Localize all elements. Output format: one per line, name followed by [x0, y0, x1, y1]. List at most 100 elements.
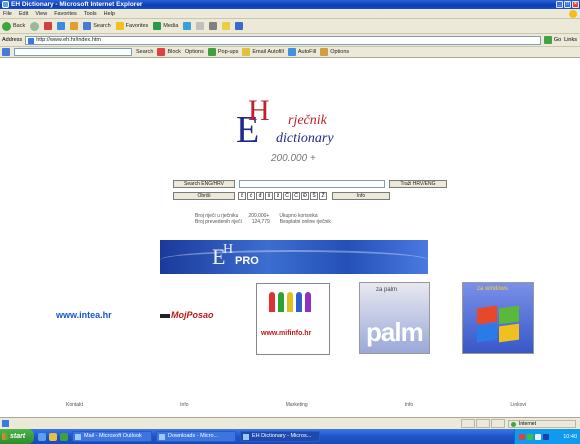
start-button[interactable]: start — [0, 429, 34, 444]
letter-button[interactable]: Ž — [319, 192, 327, 200]
ie-quicklaunch-icon[interactable] — [38, 432, 46, 441]
home-icon[interactable] — [70, 22, 79, 30]
ad-mojposao-link[interactable]: MojPosao — [160, 310, 214, 320]
clock[interactable]: 10:40 — [563, 434, 577, 440]
figure-icon — [278, 292, 284, 312]
menu-favorites[interactable]: Favorites — [54, 11, 77, 17]
ie-icon — [2, 1, 9, 8]
letter-button[interactable]: ć — [247, 192, 255, 200]
search-hrv-eng-button[interactable]: Traži HRV/ENG — [389, 180, 447, 188]
eh-logo[interactable]: E H rječnik dictionary 200.000 + — [226, 93, 366, 173]
tray-icon[interactable] — [543, 433, 549, 440]
window-titlebar[interactable]: EH Dictionary - Microsoft Internet Explo… — [0, 0, 580, 9]
windows-flag-icon — [477, 305, 521, 343]
back-button[interactable]: Back — [2, 21, 25, 31]
letter-button[interactable]: Č — [283, 192, 291, 200]
address-input[interactable]: http://www.eh.hr/index.htm — [25, 35, 541, 45]
footer-link[interactable]: Info — [405, 402, 413, 408]
links-label[interactable]: Links — [564, 37, 577, 43]
special-letters: č ć đ š ž Č Ć Đ Š Ž — [238, 192, 327, 200]
tray-icon[interactable] — [527, 433, 533, 440]
windows-logo-icon — [569, 10, 577, 18]
toolbar-options-button[interactable]: Options — [185, 49, 204, 55]
stats-value: 124,779 — [251, 219, 270, 225]
mail-icon[interactable] — [196, 22, 205, 30]
toolbar-popups-button[interactable]: Pop-ups — [207, 48, 238, 56]
toolbar-search-button[interactable]: Search — [136, 49, 153, 55]
refresh-icon[interactable] — [57, 22, 66, 30]
taskbar-item-active[interactable]: EH Dictionary - Micros... — [240, 431, 320, 442]
menu-help[interactable]: Help — [104, 11, 115, 17]
folder-icon[interactable] — [222, 22, 231, 30]
print-icon[interactable] — [209, 22, 218, 30]
autofill-icon — [287, 48, 296, 56]
info-button[interactable]: Info — [332, 192, 390, 200]
banner-wave — [160, 250, 428, 270]
letter-button[interactable]: đ — [256, 192, 264, 200]
letter-button[interactable]: Đ — [301, 192, 309, 200]
page-content: E H rječnik dictionary 200.000 + Search … — [0, 58, 580, 417]
media-icon — [153, 22, 162, 30]
menu-view[interactable]: View — [35, 11, 47, 17]
eh-pro-banner[interactable]: E H PRO — [160, 240, 428, 274]
search-row: Search ENG/HRV Traži HRV/ENG — [173, 180, 447, 188]
window-title: EH Dictionary - Microsoft Internet Explo… — [11, 1, 143, 8]
system-tray: 10:40 — [514, 429, 580, 444]
toolbar-email-button[interactable]: Email Autofill — [242, 48, 284, 56]
toolbar-search-input[interactable] — [14, 48, 132, 56]
tray-icon[interactable] — [535, 433, 541, 440]
popup-icon — [207, 48, 216, 56]
footer-link[interactable]: Kontakt — [66, 402, 83, 408]
history-icon[interactable] — [183, 22, 192, 30]
toolbar-autofill-button[interactable]: AutoFill — [287, 48, 316, 56]
banner-pro: PRO — [235, 255, 259, 267]
close-button[interactable]: × — [572, 1, 579, 8]
toolbar-block-button[interactable]: Block — [157, 48, 181, 56]
options-icon — [320, 48, 329, 56]
logo-letter-h: H — [248, 94, 270, 127]
taskbar-item[interactable]: Downloads - Micro... — [156, 431, 236, 442]
ad-palm[interactable]: za palm palm — [359, 282, 430, 354]
letter-button[interactable]: č — [238, 192, 246, 200]
footer-link[interactable]: Info — [180, 402, 188, 408]
logo-dictionary: dictionary — [276, 131, 334, 146]
letter-button[interactable]: ž — [274, 192, 282, 200]
logo-word-count: 200.000 + — [271, 153, 316, 164]
banner-letter-h: H — [223, 242, 234, 257]
desktop-quicklaunch-icon[interactable] — [49, 432, 57, 441]
search-input[interactable] — [239, 180, 385, 188]
forward-button[interactable] — [30, 21, 40, 31]
go-label: Go — [553, 37, 562, 43]
taskbar-item[interactable]: Mail - Microsoft Outlook — [72, 431, 152, 442]
letter-button[interactable]: š — [265, 192, 273, 200]
search-button[interactable]: Search — [83, 22, 111, 30]
go-button[interactable]: Go — [543, 36, 562, 44]
menu-tools[interactable]: Tools — [84, 11, 97, 17]
address-label: Address — [2, 37, 23, 43]
clear-button[interactable]: Obriši — [173, 192, 235, 200]
media-button[interactable]: Media — [153, 22, 178, 30]
menu-bar: File Edit View Favorites Tools Help — [0, 9, 580, 19]
maximize-button[interactable]: □ — [564, 1, 571, 8]
footer-link[interactable]: Marketing — [286, 402, 308, 408]
ad-mifinfo[interactable]: www.mifinfo.hr — [256, 283, 330, 355]
search-eng-hrv-button[interactable]: Search ENG/HRV — [173, 180, 235, 188]
security-zone: Internet — [508, 420, 576, 428]
tray-icon[interactable] — [519, 433, 525, 440]
figure-icon — [296, 292, 302, 312]
stop-icon[interactable] — [44, 22, 53, 30]
letter-button[interactable]: Š — [310, 192, 318, 200]
menu-file[interactable]: File — [3, 11, 12, 17]
favorites-button[interactable]: Favorites — [115, 22, 148, 30]
messenger-icon[interactable] — [235, 22, 244, 30]
ad-mifinfo-text: www.mifinfo.hr — [261, 330, 312, 337]
letter-button[interactable]: Ć — [292, 192, 300, 200]
ad-intea-link[interactable]: www.intea.hr — [56, 310, 112, 320]
toolbar-options2-button[interactable]: Options — [320, 48, 349, 56]
ad-windows[interactable]: za windows — [462, 282, 534, 354]
minimize-button[interactable]: _ — [556, 1, 563, 8]
media-quicklaunch-icon[interactable] — [60, 432, 68, 441]
footer-link[interactable]: Linkovi — [510, 402, 526, 408]
menu-edit[interactable]: Edit — [19, 11, 28, 17]
stats-label: Broj prevedenih riječi — [195, 219, 242, 225]
